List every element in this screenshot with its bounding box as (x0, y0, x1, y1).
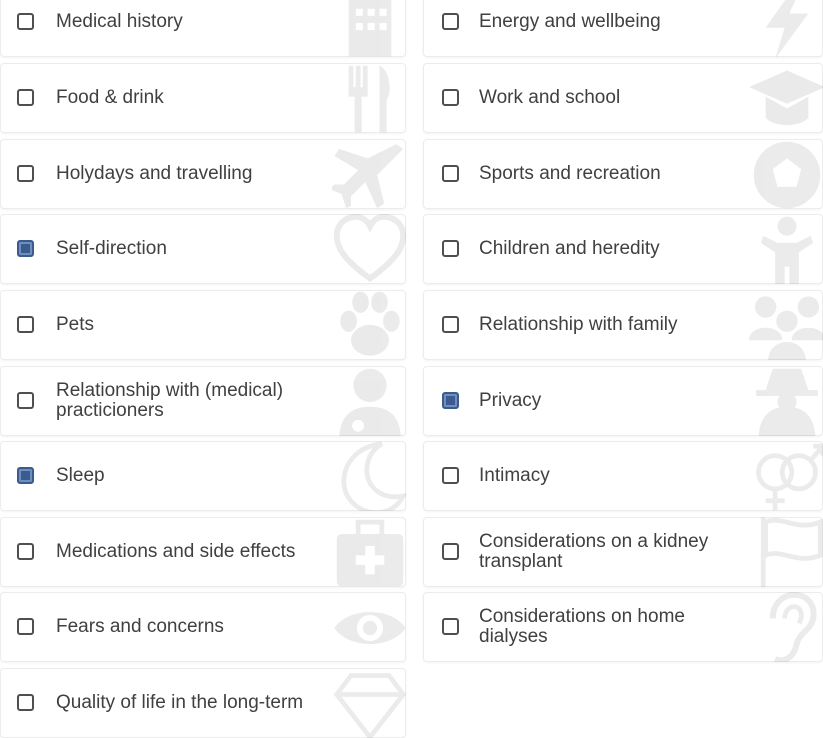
topic-checkbox-grid: Medical history Food & drink Holydays an… (0, 0, 823, 738)
checkbox[interactable] (17, 240, 34, 257)
option-card-pets[interactable]: Pets (0, 290, 406, 360)
option-label: Holydays and travelling (56, 163, 253, 184)
option-card-fears[interactable]: Fears and concerns (0, 592, 406, 662)
option-label: Intimacy (479, 465, 550, 486)
option-label: Work and school (479, 87, 621, 108)
option-label: Medical history (56, 11, 183, 32)
option-label: Children and heredity (479, 238, 660, 259)
option-card-food-drink[interactable]: Food & drink (0, 63, 406, 133)
option-card-privacy[interactable]: Privacy (423, 366, 823, 436)
option-label: Privacy (479, 390, 542, 411)
option-card-sleep[interactable]: Sleep (0, 441, 406, 511)
utensils-icon (332, 63, 406, 133)
checkbox[interactable] (442, 240, 459, 257)
graduation-cap-icon (749, 63, 823, 133)
option-label: Self-direction (56, 238, 167, 259)
checkbox[interactable] (17, 467, 34, 484)
option-label: Relationship with (medical) practicioner… (56, 380, 284, 421)
option-label: Considerations on a kidney transplant (479, 531, 709, 572)
checkbox[interactable] (442, 618, 459, 635)
option-card-children[interactable]: Children and heredity (423, 214, 823, 284)
option-label: Relationship with family (479, 314, 678, 335)
flag-icon (749, 517, 823, 587)
plane-icon (329, 139, 406, 209)
soccer-ball-icon (749, 139, 823, 209)
child-icon (749, 214, 823, 284)
heart-icon (332, 214, 406, 284)
option-label: Quality of life in the long-term (56, 692, 304, 713)
option-card-medications[interactable]: Medications and side effects (0, 517, 406, 587)
spy-icon (749, 366, 823, 436)
option-label: Pets (56, 314, 95, 335)
checkbox[interactable] (17, 165, 34, 182)
lightning-icon (749, 0, 823, 57)
option-card-medical-history[interactable]: Medical history (0, 0, 406, 57)
option-label: Energy and wellbeing (479, 11, 661, 32)
eye-icon (332, 592, 406, 662)
diamond-icon (332, 668, 406, 738)
hospital-icon (332, 0, 406, 57)
checkbox[interactable] (442, 467, 459, 484)
option-label: Sports and recreation (479, 163, 661, 184)
option-label: Sleep (56, 465, 105, 486)
checkbox[interactable] (442, 543, 459, 560)
option-card-self-direction[interactable]: Self-direction (0, 214, 406, 284)
checkbox[interactable] (17, 392, 34, 409)
option-card-energy[interactable]: Energy and wellbeing (423, 0, 823, 57)
option-card-kidney-transplant[interactable]: Considerations on a kidney transplant (423, 517, 823, 587)
option-label: Medications and side effects (56, 541, 296, 562)
checkbox[interactable] (442, 89, 459, 106)
checkbox[interactable] (17, 89, 34, 106)
hearing-icon (749, 592, 823, 662)
moon-icon (332, 441, 406, 511)
option-card-holydays[interactable]: Holydays and travelling (0, 139, 406, 209)
checkbox[interactable] (442, 392, 459, 409)
option-label: Fears and concerns (56, 616, 224, 637)
medkit-icon (332, 517, 406, 587)
checkbox[interactable] (17, 13, 34, 30)
gender-rings-icon (749, 441, 823, 511)
option-label: Food & drink (56, 87, 164, 108)
option-card-work-school[interactable]: Work and school (423, 63, 823, 133)
checkbox[interactable] (17, 543, 34, 560)
option-card-family[interactable]: Relationship with family (423, 290, 823, 360)
checkbox[interactable] (442, 316, 459, 333)
checkbox[interactable] (17, 694, 34, 711)
checkbox[interactable] (17, 618, 34, 635)
option-card-sports[interactable]: Sports and recreation (423, 139, 823, 209)
checkbox[interactable] (17, 316, 34, 333)
checkbox[interactable] (442, 13, 459, 30)
family-icon (749, 290, 823, 360)
checkbox[interactable] (442, 165, 459, 182)
option-label: Considerations on home dialyses (479, 606, 685, 647)
option-card-quality-of-life[interactable]: Quality of life in the long-term (0, 668, 406, 738)
option-card-home-dialyses[interactable]: Considerations on home dialyses (423, 592, 823, 662)
paw-icon (332, 290, 406, 360)
doctor-icon (332, 366, 406, 436)
option-card-medical-practicioners[interactable]: Relationship with (medical) practicioner… (0, 366, 406, 436)
option-card-intimacy[interactable]: Intimacy (423, 441, 823, 511)
